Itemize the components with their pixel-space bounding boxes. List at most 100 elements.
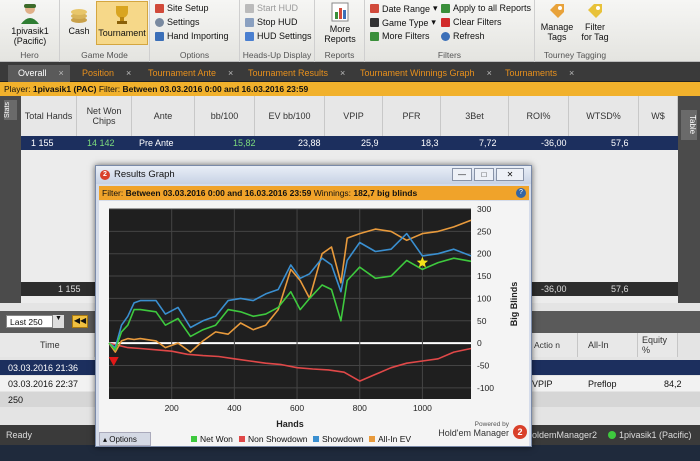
tags-label: Tags [547, 32, 567, 42]
import-icon [155, 31, 164, 41]
legend-all-in-ev[interactable]: All-In EV [369, 434, 411, 444]
clear-filters-button[interactable]: Clear Filters [441, 17, 502, 27]
results-graph-window: 2 Results Graph — □ ✕ Filter: Between 03… [95, 165, 532, 447]
col-allin[interactable]: All-In [578, 333, 638, 357]
tab-tournaments[interactable]: Tournaments × [495, 65, 580, 82]
table-side-tab[interactable]: Table [681, 110, 697, 140]
player-filter-bar: Player: 1pivasik1 (PAC) Filter: Between … [0, 82, 700, 96]
taskbar-user[interactable]: 1pivasik1 (Pacific) [608, 430, 692, 440]
col-ante[interactable]: Ante [132, 96, 195, 136]
tab-label: Position [82, 68, 115, 78]
results-chart: 300 250 200 150 100 50 0 -50 -100 200 400 600 800 100… [108, 204, 519, 429]
hero-button[interactable]: 1pivasik1 (Pacific) [4, 2, 56, 46]
close-icon[interactable]: × [228, 68, 233, 78]
stop-hud-button[interactable]: Stop HUD [245, 17, 298, 27]
tab-tournament-winnings-graph[interactable]: Tournament Winnings Graph × [350, 65, 498, 82]
game-mode-group: Cash Tournament Game Mode [60, 0, 150, 62]
legend-label: Non Showdown [248, 434, 308, 444]
cash-button[interactable]: Cash [64, 6, 94, 36]
x-tick-label: 1000 [413, 403, 432, 413]
filter-for-tag-button[interactable]: Filter for Tag [577, 2, 613, 42]
col-3bet[interactable]: 3Bet [441, 96, 509, 136]
cell-ante: Pre Ante [139, 138, 174, 148]
x-tick-label: 200 [165, 403, 179, 413]
col-total-hands[interactable]: Total Hands [21, 96, 77, 136]
stats-sidebar: Stats [0, 96, 21, 303]
apply-all-button[interactable]: Apply to all Reports [441, 3, 531, 13]
ribbon: 1pivasik1 (Pacific) Hero Cash Tournament… [0, 0, 700, 62]
stop-hud-label: Stop HUD [257, 17, 298, 27]
hud-group-label: Heads-Up Display [242, 50, 312, 60]
y-axis-label: Big Blinds [509, 282, 519, 327]
chevron-down-icon: ▾ [433, 3, 438, 13]
more-reports-button[interactable]: More Reports [319, 2, 361, 44]
tab-label: Tournaments [505, 68, 558, 78]
col-net-won[interactable]: Net Won Chips [77, 96, 132, 136]
col-roi[interactable]: ROI% [509, 96, 569, 136]
close-icon[interactable]: × [487, 68, 492, 78]
status-text: Ready [6, 430, 33, 440]
more-label: More [329, 24, 351, 34]
start-hud-button[interactable]: Start HUD [245, 3, 298, 13]
apply-icon [441, 3, 450, 13]
more-filters-button[interactable]: More Filters [370, 31, 430, 41]
winnings-label: Winnings: [313, 188, 352, 198]
tournament-label: Tournament [98, 28, 146, 38]
close-icon[interactable]: × [340, 68, 345, 78]
refresh-label: Refresh [453, 31, 485, 41]
chevron-down-icon[interactable]: ▼ [52, 315, 64, 328]
tournament-button[interactable]: Tournament [96, 1, 148, 45]
manage-tags-button[interactable]: Manage Tags [539, 2, 575, 42]
close-icon[interactable]: × [59, 68, 64, 78]
col-bb100[interactable]: bb/100 [195, 96, 255, 136]
close-icon[interactable]: ✕ [496, 168, 524, 181]
filters-group: Date Range ▾ Game Type ▾ More Filters Appl… [365, 0, 535, 62]
col-action[interactable]: Actio n [530, 333, 578, 357]
for-tag-label: for Tag [581, 32, 609, 42]
site-setup-button[interactable]: Site Setup [155, 3, 209, 13]
settings-button[interactable]: Settings [155, 17, 200, 27]
options-button[interactable]: ▴ Options [99, 432, 151, 446]
maximize-icon[interactable]: □ [474, 168, 494, 181]
close-icon[interactable]: × [569, 68, 574, 78]
tab-tournament-ante[interactable]: Tournament Ante × [138, 65, 239, 82]
hud-settings-button[interactable]: HUD Settings [245, 31, 312, 41]
y-tick-label: 50 [477, 316, 487, 326]
table-row[interactable]: 1 155 14 142 Pre Ante 15,82 23,88 25,9 1… [21, 136, 678, 150]
tab-overall[interactable]: Overall × [8, 65, 70, 82]
close-icon[interactable]: × [126, 68, 131, 78]
col-ev-bb100[interactable]: EV bb/100 [255, 96, 325, 136]
refresh-button[interactable]: Refresh [441, 31, 485, 41]
minimize-icon[interactable]: — [452, 168, 472, 181]
total-wtsd: 57,6 [611, 284, 629, 294]
stats-side-tab[interactable]: Stats [4, 100, 17, 120]
window-titlebar[interactable]: 2 Results Graph — □ ✕ [96, 166, 531, 184]
legend-net-won[interactable]: Net Won [191, 434, 233, 444]
col-wtsd[interactable]: WTSD% [569, 96, 639, 136]
cell-bb100: 15,82 [233, 138, 256, 148]
date-range-button[interactable]: Date Range ▾ [370, 3, 438, 14]
col-vpip[interactable]: VPIP [325, 96, 383, 136]
graph-filter-bar: Filter: Between 03.03.2016 0:00 and 16.0… [99, 186, 529, 200]
col-pfr[interactable]: PFR [383, 96, 441, 136]
col-equity[interactable]: Equity % [638, 333, 678, 357]
taskbar-app[interactable]: oldemManager2 [532, 430, 597, 440]
col-wsd[interactable]: W$ [639, 96, 678, 136]
clear-filters-label: Clear Filters [453, 17, 502, 27]
col-time[interactable]: Time [0, 333, 95, 357]
tab-tournament-results[interactable]: Tournament Results × [238, 65, 351, 82]
rewind-icon[interactable]: ◀◀ [72, 315, 88, 328]
hand-importing-button[interactable]: Hand Importing [155, 31, 229, 41]
tab-position[interactable]: Position × [72, 65, 137, 82]
hud-settings-label: HUD Settings [257, 31, 312, 41]
row-time: 03.03.2016 21:36 [8, 363, 79, 373]
legend-non-showdown[interactable]: Non Showdown [239, 434, 308, 444]
filter-value: Between 03.03.2016 0:00 and 16.03.2016 2… [122, 84, 309, 94]
right-sidebar: Table [678, 96, 700, 303]
legend-swatch [313, 436, 319, 442]
game-type-button[interactable]: Game Type ▾ [370, 17, 436, 28]
help-icon[interactable]: ? [516, 188, 526, 198]
tagging-group: Manage Tags Filter for Tag Tourney Taggi… [535, 0, 615, 62]
legend-showdown[interactable]: Showdown [313, 434, 364, 444]
cell-roi: -36,00 [541, 138, 567, 148]
